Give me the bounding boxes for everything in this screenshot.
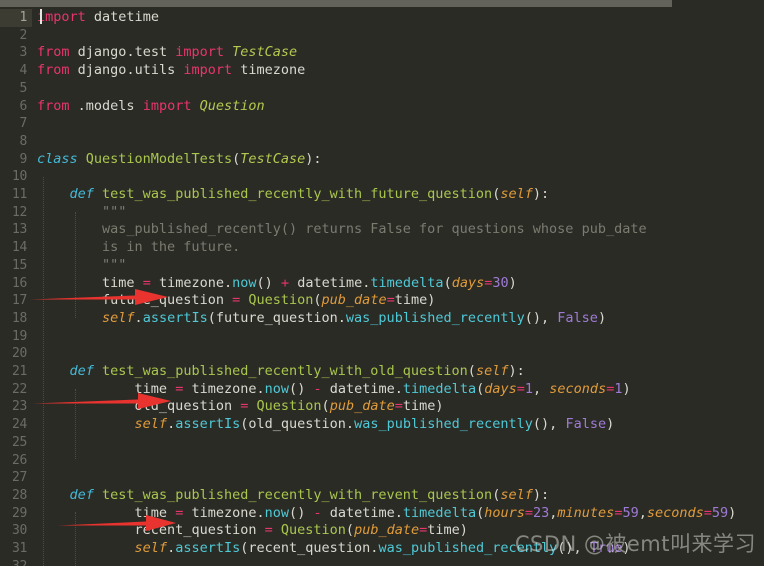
line-number: 12 <box>11 204 27 220</box>
code-line-10[interactable] <box>37 168 45 186</box>
code-line-27[interactable] <box>37 469 45 487</box>
line-number: 21 <box>11 364 27 379</box>
text-caret <box>40 9 42 24</box>
code-line-11[interactable]: def test_was_published_recently_with_fut… <box>37 186 550 204</box>
code-line-3[interactable]: from django.test import TestCase <box>37 44 297 62</box>
code-line-15[interactable]: """ <box>37 257 126 275</box>
horizontal-scrollbar-thumb[interactable] <box>0 0 672 7</box>
line-number: 9 <box>19 151 27 167</box>
code-line-29[interactable]: time = timezone.now() - datetime.timedel… <box>37 505 737 523</box>
code-line-5[interactable] <box>37 80 45 98</box>
code-line-23[interactable]: old_question = Question(pub_date=time) <box>37 398 444 416</box>
line-number: 15 <box>11 257 27 273</box>
code-line-14[interactable]: is in the future. <box>37 239 240 257</box>
code-editor: 1 2 3 4 5 6 7 8 9 10 11 12 13 14 15 16 17 18 19 20 21 22 23 24 2… <box>0 0 764 566</box>
line-number: 20 <box>11 346 27 362</box>
code-line-7[interactable] <box>37 115 45 133</box>
line-number: 24 <box>11 417 27 433</box>
code-line-26[interactable] <box>37 452 45 470</box>
line-number: 13 <box>11 222 27 238</box>
code-line-18[interactable]: self.assertIs(future_question.was_publis… <box>37 310 606 328</box>
code-line-9[interactable]: class QuestionModelTests(TestCase): <box>37 151 322 169</box>
line-number: 18 <box>11 310 27 326</box>
line-number: 10 <box>11 169 27 185</box>
line-number: 28 <box>11 487 27 503</box>
line-number: 30 <box>11 523 27 539</box>
line-number: 22 <box>11 381 27 397</box>
line-number: 4 <box>19 63 27 79</box>
line-number: 19 <box>11 328 27 344</box>
line-number: 31 <box>11 541 27 556</box>
code-line-25[interactable] <box>37 434 45 452</box>
code-line-6[interactable]: from .models import Question <box>37 98 265 116</box>
code-line-21[interactable]: def test_was_published_recently_with_old… <box>37 363 525 381</box>
code-line-4[interactable]: from django.utils import timezone <box>37 62 305 80</box>
line-number-gutter: 1 2 3 4 5 6 7 8 9 10 11 12 13 14 15 16 17 18 19 20 21 22 23 24 2… <box>0 7 37 566</box>
line-number: 27 <box>11 470 27 486</box>
code-line-31[interactable]: self.assertIs(recent_question.was_publis… <box>37 540 631 558</box>
line-number: 14 <box>11 240 27 256</box>
horizontal-scrollbar-track[interactable] <box>0 0 764 7</box>
code-line-20[interactable] <box>37 345 45 363</box>
code-line-13[interactable]: was_published_recently() returns False f… <box>37 221 647 239</box>
code-line-16[interactable]: time = timezone.now() + datetime.timedel… <box>37 275 517 293</box>
code-line-24[interactable]: self.assertIs(old_question.was_published… <box>37 416 615 434</box>
code-line-17[interactable]: future_question = Question(pub_date=time… <box>37 292 435 310</box>
line-number: 25 <box>11 434 27 450</box>
code-line-28[interactable]: def test_was_published_recently_with_rev… <box>37 487 550 505</box>
code-line-2[interactable] <box>37 27 45 45</box>
line-number: 7 <box>19 116 27 132</box>
line-number: 32 <box>0 558 32 566</box>
line-number: 8 <box>19 133 27 149</box>
code-line-30[interactable]: recent_question = Question(pub_date=time… <box>37 522 468 540</box>
code-line-1[interactable]: import datetime <box>37 9 159 27</box>
line-number: 5 <box>19 80 27 96</box>
line-number: 6 <box>19 98 27 114</box>
line-number: 16 <box>11 275 27 291</box>
line-number: 23 <box>11 399 27 415</box>
code-line-8[interactable] <box>37 133 45 151</box>
line-number: 17 <box>11 293 27 309</box>
line-number: 2 <box>19 27 27 43</box>
code-line-32[interactable] <box>37 558 45 566</box>
line-number: 3 <box>19 45 27 61</box>
line-number: 11 <box>11 187 27 202</box>
code-line-19[interactable] <box>37 328 45 346</box>
line-number: 29 <box>11 505 27 521</box>
line-number: 1 <box>0 9 32 27</box>
code-line-22[interactable]: time = timezone.now() - datetime.timedel… <box>37 381 631 399</box>
code-line-12[interactable]: """ <box>37 204 126 222</box>
line-number: 26 <box>11 452 27 468</box>
code-surface[interactable]: import datetime from django.test import … <box>37 7 764 566</box>
